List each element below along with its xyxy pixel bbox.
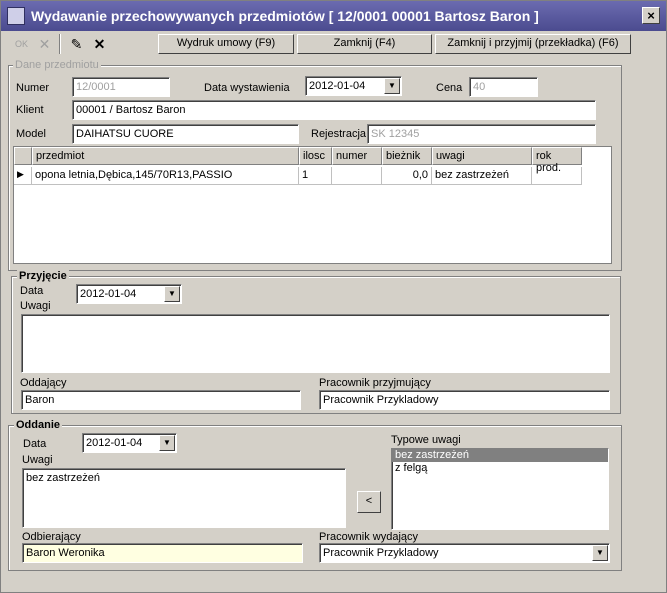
receiver-field[interactable]: Baron Weronika [22,543,303,563]
registration-field[interactable]: SK 12345 [367,124,596,144]
table-cell-number[interactable] [332,167,382,185]
date-issued-value: 2012-01-04 [309,80,366,92]
release-legend: Oddanie [14,419,63,431]
receive-date-select[interactable]: 2012-01-04 ▼ [76,284,182,304]
close-button[interactable]: Zamknij (F4) [297,34,432,54]
close-accept-button[interactable]: Zamknij i przyjmij (przekładka) (F6) [435,34,631,54]
list-item[interactable]: bez zastrzeżeń [392,449,608,462]
receive-legend: Przyjęcie [17,270,69,282]
table-cell-notes[interactable]: bez zastrzeżeń [432,167,532,185]
window-title: Wydawanie przechowywanych przedmiotów [ … [31,8,539,24]
table-indicator-header [14,147,32,165]
receive-notes-field[interactable] [21,314,610,373]
number-field[interactable]: 12/0001 [72,77,170,97]
price-field[interactable]: 40 [469,77,538,97]
list-item[interactable]: z felgą [392,462,608,475]
release-worker-value: Pracownik Przykladowy [323,547,439,559]
registration-label: Rejestracja [311,128,367,140]
table-cell-qty[interactable]: 1 [299,167,332,185]
typical-notes-list: bez zastrzeżeń z felgą [391,448,609,530]
table-cell-year[interactable] [532,167,582,185]
item-group-legend: Dane przedmiotu [13,59,101,71]
close-window-button[interactable]: × [642,7,660,24]
chevron-down-icon[interactable]: ▼ [159,435,175,451]
release-notes-field[interactable]: bez zastrzeżeń [22,468,346,528]
price-label: Cena [436,82,463,94]
client-label: Klient [16,104,44,116]
date-issued-label: Data wystawienia [204,82,290,94]
column-header-qty[interactable]: ilosc [299,147,332,165]
column-header-year[interactable]: rok prod. [532,147,582,174]
giver-label: Oddający [20,377,67,389]
column-header-tread[interactable]: bieżnik [382,147,432,165]
release-date-value: 2012-01-04 [86,437,143,449]
cancel-icon[interactable]: ✕ [34,34,55,54]
chevron-down-icon[interactable]: ▼ [592,545,608,561]
number-label: Numer [16,82,50,94]
table-cell-item[interactable]: opona letnia,Dębica,145/70R13,PASSIO [32,167,299,185]
receive-date-value: 2012-01-04 [80,288,137,300]
model-label: Model [16,128,46,140]
column-header-number[interactable]: numer [332,147,382,165]
giver-field[interactable]: Baron [21,390,301,410]
receiver-label: Odbierający [22,531,81,543]
edit-icon[interactable]: ✎ [66,34,87,54]
release-worker-label: Pracownik wydający [319,531,419,543]
column-header-notes[interactable]: uwagi [432,147,532,165]
move-note-button[interactable]: < [357,491,381,513]
receive-worker-label: Pracownik przyjmujący [319,377,431,389]
window: Wydawanie przechowywanych przedmiotów [ … [0,0,667,593]
ok-icon[interactable]: OK [11,34,32,54]
title-bar: Wydawanie przechowywanych przedmiotów [ … [1,1,666,31]
table-cell-tread[interactable]: 0,0 [382,167,432,185]
date-issued-select[interactable]: 2012-01-04 ▼ [305,76,402,96]
column-header-item[interactable]: przedmiot [32,147,299,165]
receive-date-label: Data [20,285,44,297]
items-table: przedmiot ilosc numer bieżnik uwagi rok … [13,146,612,264]
client-field[interactable]: 00001 / Bartosz Baron [72,100,596,120]
print-contract-button[interactable]: Wydruk umowy (F9) [158,34,294,54]
release-worker-select[interactable]: Pracownik Przykladowy ▼ [319,543,610,563]
toolbar-separator [59,34,61,54]
release-notes-label: Uwagi [22,454,53,466]
model-field[interactable]: DAIHATSU CUORE [72,124,299,144]
app-icon [7,7,25,25]
release-date-label: Data [23,438,47,450]
receive-notes-label: Uwagi [20,300,51,312]
row-pointer-icon: ▶ [14,167,32,185]
receive-worker-field[interactable]: Pracownik Przykladowy [319,390,610,410]
release-date-select[interactable]: 2012-01-04 ▼ [82,433,177,453]
delete-icon[interactable]: ✕ [89,34,110,54]
chevron-down-icon[interactable]: ▼ [384,78,400,94]
typical-notes-label: Typowe uwagi [391,434,461,446]
chevron-down-icon[interactable]: ▼ [164,286,180,302]
